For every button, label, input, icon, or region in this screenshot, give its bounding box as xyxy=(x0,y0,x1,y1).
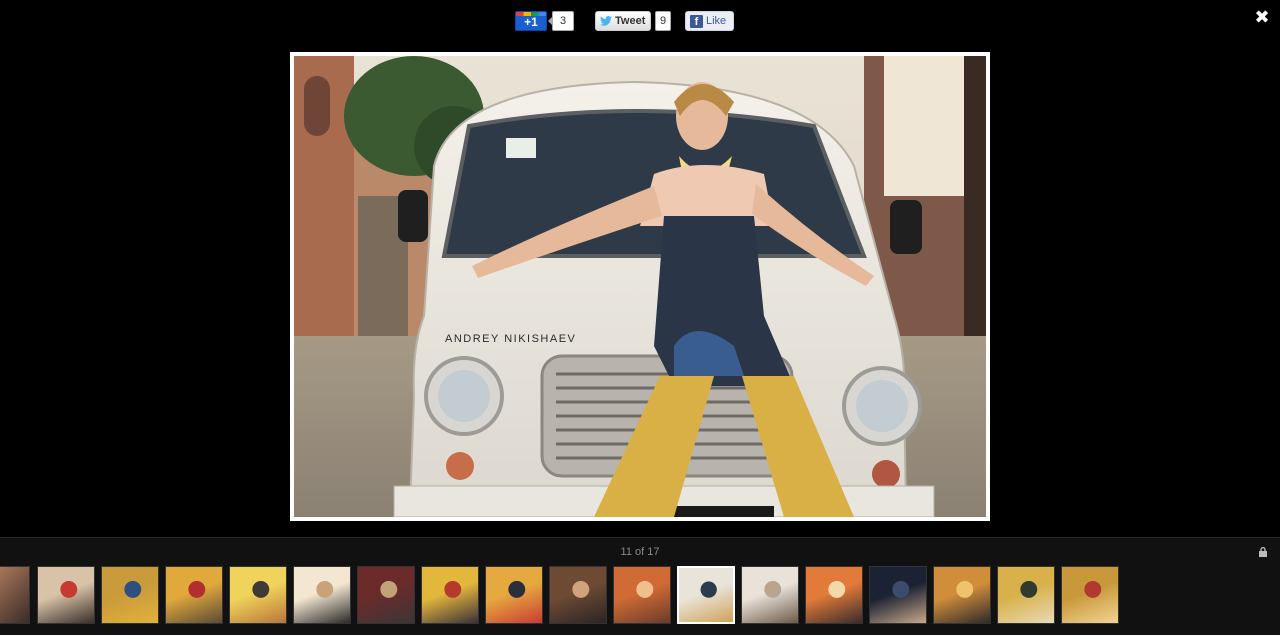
lock-icon[interactable] xyxy=(1258,547,1268,557)
main-photo-frame: ANDREY NIKISHAEV xyxy=(290,52,990,521)
photo-illustration xyxy=(294,56,986,517)
thumbnail-1[interactable] xyxy=(37,566,95,624)
thumbnail-16[interactable] xyxy=(997,566,1055,624)
twitter-bird-icon xyxy=(600,16,612,26)
facebook-icon: f xyxy=(690,15,703,28)
thumbnail-17[interactable] xyxy=(1061,566,1119,624)
tweet-count: 9 xyxy=(655,11,671,31)
thumbnail-14[interactable] xyxy=(869,566,927,624)
thumbnail-strip: 11 of 17 xyxy=(0,537,1280,635)
google-plus-count: 3 xyxy=(548,11,574,31)
thumbnail-2[interactable] xyxy=(101,566,159,624)
thumbnail-8[interactable] xyxy=(485,566,543,624)
thumbnail-partial[interactable] xyxy=(0,566,30,624)
thumbnail-7[interactable] xyxy=(421,566,479,624)
thumbnail-list xyxy=(0,566,1280,626)
main-photo[interactable]: ANDREY NIKISHAEV xyxy=(294,56,986,517)
tweet-button[interactable]: Tweet xyxy=(595,11,651,31)
photo-watermark: ANDREY NIKISHAEV xyxy=(445,333,577,345)
thumbnail-5[interactable] xyxy=(293,566,351,624)
share-bar: +1 3 Tweet 9 f Like xyxy=(0,11,1280,31)
thumbnail-11[interactable] xyxy=(677,566,735,624)
thumbnail-4[interactable] xyxy=(229,566,287,624)
thumbnail-9[interactable] xyxy=(549,566,607,624)
thumbnail-15[interactable] xyxy=(933,566,991,624)
thumbnail-3[interactable] xyxy=(165,566,223,624)
image-counter: 11 of 17 xyxy=(620,546,660,558)
thumbnail-10[interactable] xyxy=(613,566,671,624)
thumbnail-12[interactable] xyxy=(741,566,799,624)
facebook-like-button[interactable]: f Like xyxy=(685,11,734,31)
thumbnail-6[interactable] xyxy=(357,566,415,624)
google-plus-one-button[interactable]: +1 xyxy=(515,11,547,31)
thumbnail-13[interactable] xyxy=(805,566,863,624)
close-icon[interactable]: ✖ xyxy=(1254,9,1270,27)
